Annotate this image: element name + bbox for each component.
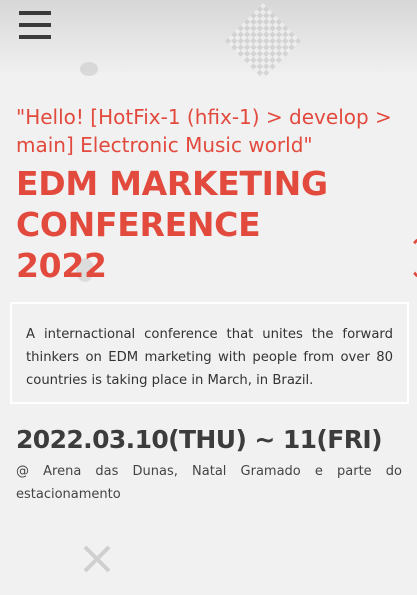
event-date: 2022.03.10(THU) ~ 11(FRI) [16,425,383,454]
title-line: EDM MARKETING [16,164,328,203]
menu-bar [19,11,51,15]
event-description: A internactional conference that unites … [26,327,393,388]
title-line: CONFERENCE [16,205,261,244]
blob-decoration [80,62,98,76]
page-title: EDM MARKETING CONFERENCE 2022 [16,163,406,286]
hero-greeting: "Hello! [HotFix-1 (hfix-1) > develop > m… [16,105,392,157]
title-line: 2022 [16,246,107,285]
hamburger-menu-icon[interactable] [19,11,51,39]
cross-decoration [82,544,112,574]
description-box: A internactional conference that unites … [10,302,409,404]
menu-bar [19,23,51,27]
ring-decoration [409,238,417,278]
header-background [0,0,417,72]
menu-bar [19,35,51,39]
event-venue: @ Arena das Dunas, Natal Gramado e parte… [16,464,402,502]
